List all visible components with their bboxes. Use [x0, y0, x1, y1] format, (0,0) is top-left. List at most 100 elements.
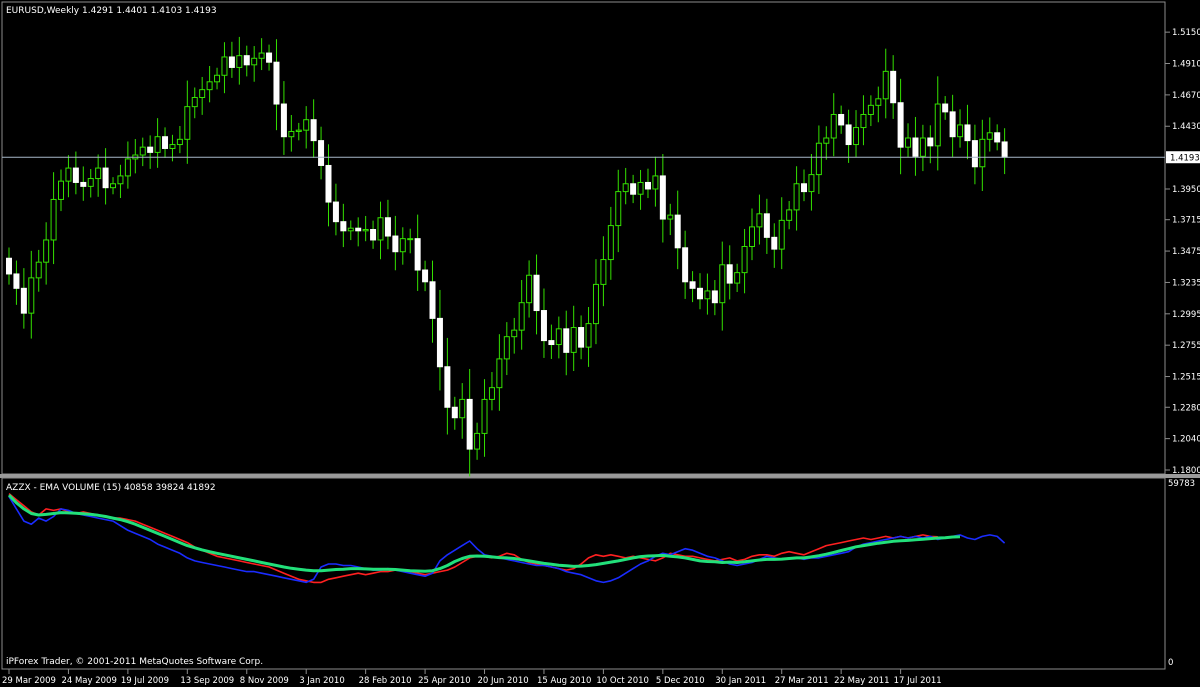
candle-body — [860, 113, 867, 129]
candle-body — [949, 111, 956, 138]
candle-body — [436, 317, 443, 368]
candle-body — [221, 56, 228, 76]
candle-body — [496, 358, 503, 389]
candle-body — [288, 130, 295, 138]
time-tick-label: 22 May 2011 — [834, 676, 889, 686]
candle-body — [778, 219, 785, 250]
candle-body — [95, 167, 102, 180]
candle-body — [801, 183, 808, 193]
time-tick-label: 29 Mar 2009 — [2, 676, 56, 686]
candle-body — [65, 167, 72, 182]
candle-body — [154, 136, 161, 153]
candle-body — [147, 146, 154, 153]
candle-body — [912, 137, 919, 157]
candle-body — [905, 137, 912, 148]
volume-tick-label: 0 — [1168, 658, 1173, 668]
candle-body — [43, 239, 50, 263]
candle-body — [704, 290, 711, 300]
candle-body — [407, 238, 414, 241]
price-tick-label: 1.1800 — [1172, 466, 1200, 476]
candle-body — [711, 290, 718, 304]
copyright-text: iPForex Trader, © 2001-2011 MetaQuotes S… — [6, 657, 263, 667]
candle-body — [459, 398, 466, 419]
candle-body — [756, 213, 763, 228]
candle-body — [555, 328, 562, 346]
candle-body — [867, 104, 874, 115]
candle-body — [258, 52, 265, 59]
candle-body — [347, 227, 354, 232]
candle-body — [934, 103, 941, 147]
candle-body — [1001, 141, 1008, 158]
candle-body — [890, 70, 897, 104]
candle-body — [548, 340, 555, 346]
candle-body — [72, 167, 79, 183]
indicator-title: AZZX - EMA VOLUME (15) 40858 39824 41892 — [6, 483, 216, 493]
time-tick-label: 3 Jan 2010 — [299, 676, 345, 686]
candle-body — [28, 277, 35, 314]
candle-body — [310, 119, 317, 142]
candle-body — [957, 124, 964, 138]
candle-body — [488, 387, 495, 400]
candle-body — [273, 61, 280, 105]
candle-body — [667, 214, 674, 220]
candle-body — [674, 214, 681, 249]
candle-body — [927, 137, 934, 147]
candle-body — [994, 132, 1001, 143]
candle-body — [58, 180, 65, 200]
candle-body — [689, 281, 696, 289]
candle-body — [607, 225, 614, 261]
candle-body — [823, 137, 830, 144]
candle-body — [318, 140, 325, 166]
candle-body — [808, 174, 815, 193]
candle-body — [526, 274, 533, 304]
price-tick-label: 1.2755 — [1172, 341, 1200, 351]
symbol-title: EURUSD,Weekly — [6, 6, 80, 16]
candle-body — [206, 81, 213, 91]
candle-body — [295, 129, 302, 132]
time-tick-label: 27 Mar 2011 — [775, 676, 829, 686]
candle-body — [585, 323, 592, 348]
candle-body — [563, 328, 570, 353]
price-tick-label: 1.2995 — [1172, 310, 1200, 320]
candle-body — [986, 132, 993, 140]
pane-separator[interactable] — [0, 474, 1200, 478]
candle-body — [771, 236, 778, 250]
candle-body — [786, 209, 793, 221]
candle-body — [652, 175, 659, 190]
candle-body — [199, 89, 206, 98]
price-tick-label: 1.4910 — [1172, 60, 1200, 70]
candle-body — [481, 398, 488, 434]
current-price-label: 1.4193 — [1170, 154, 1200, 164]
candle-body — [80, 181, 87, 187]
price-tick-label: 1.2040 — [1172, 435, 1200, 445]
candle-body — [853, 127, 860, 146]
time-tick-label: 24 May 2009 — [61, 676, 116, 686]
time-tick-label: 10 Oct 2010 — [596, 676, 649, 686]
candle-body — [845, 124, 852, 146]
candle-body — [630, 183, 637, 195]
price-tick-label: 1.4670 — [1172, 91, 1200, 101]
candle-body — [444, 366, 451, 408]
candle-body — [838, 113, 845, 126]
price-tick-label: 1.3715 — [1172, 216, 1200, 226]
candle-body — [533, 274, 540, 312]
candle-body — [228, 56, 235, 68]
candle-body — [615, 191, 622, 227]
candle-body — [644, 181, 651, 190]
candle-body — [50, 198, 57, 241]
candle-body — [919, 137, 926, 157]
candle-body — [763, 213, 770, 238]
candle-body — [971, 140, 978, 168]
candle-body — [87, 178, 94, 187]
candle-body — [20, 287, 27, 314]
candle-body — [370, 229, 377, 241]
candle-body — [942, 103, 949, 113]
candle-body — [414, 238, 421, 271]
candle-body — [882, 70, 889, 100]
candle-body — [964, 124, 971, 142]
time-tick-label: 20 Jun 2010 — [478, 676, 529, 686]
candle-body — [451, 406, 458, 419]
candle-body — [355, 227, 362, 232]
candle-body — [622, 183, 629, 193]
ohlc-readout: 1.4291 1.4401 1.4103 1.4193 — [82, 6, 217, 16]
